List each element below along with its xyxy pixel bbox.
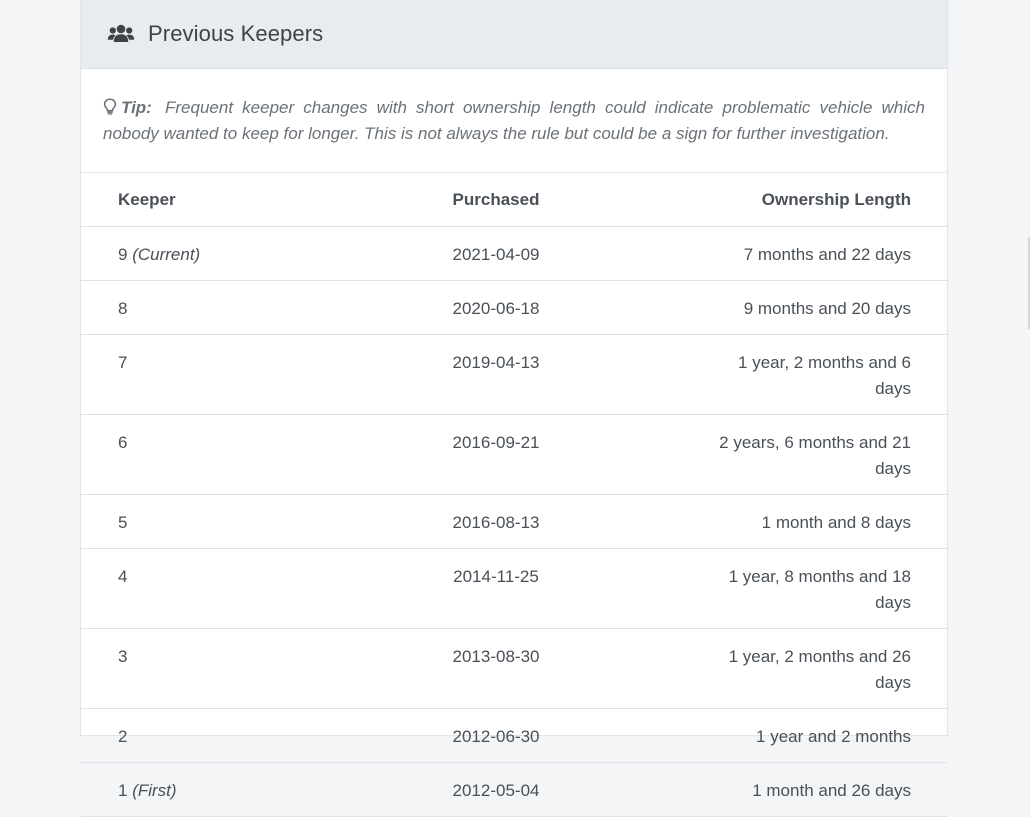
table-row: 1 (First) 2012-05-04 1 month and 26 days bbox=[81, 762, 947, 817]
ownership-length: 2 years, 6 months and 21 days bbox=[719, 433, 911, 478]
purchased-date: 2012-05-04 bbox=[452, 781, 540, 800]
ownership-length: 1 year, 2 months and 26 days bbox=[728, 647, 911, 692]
keeper-cell: 5 bbox=[81, 494, 396, 549]
users-icon bbox=[107, 23, 135, 45]
keeper-number: 8 bbox=[118, 299, 128, 318]
purchased-date: 2021-04-09 bbox=[452, 245, 540, 264]
tip-text: Frequent keeper changes with short owner… bbox=[103, 98, 925, 143]
ownership-length-cell: 1 year, 2 months and 6 days bbox=[596, 334, 947, 415]
purchased-cell: 2016-09-21 bbox=[396, 414, 596, 495]
card-header: Previous Keepers bbox=[81, 0, 947, 69]
tip-box: Tip: Frequent keeper changes with short … bbox=[81, 69, 947, 173]
table-row: 6 2016-09-21 2 years, 6 months and 21 da… bbox=[81, 414, 947, 495]
purchased-date: 2013-08-30 bbox=[452, 647, 540, 666]
keeper-number: 9 bbox=[118, 245, 128, 264]
ownership-length-cell: 7 months and 22 days bbox=[596, 226, 947, 281]
keeper-number: 2 bbox=[118, 727, 128, 746]
ownership-length-cell: 2 years, 6 months and 21 days bbox=[596, 414, 947, 495]
column-header-purchased: Purchased bbox=[396, 173, 596, 227]
ownership-length: 7 months and 22 days bbox=[743, 245, 911, 264]
purchased-cell: 2012-06-30 bbox=[396, 708, 596, 763]
keeper-cell: 1 (First) bbox=[81, 762, 396, 817]
keeper-number: 4 bbox=[118, 567, 128, 586]
keeper-number: 3 bbox=[118, 647, 128, 666]
keeper-cell: 6 bbox=[81, 414, 396, 495]
keeper-cell: 9 (Current) bbox=[81, 226, 396, 281]
purchased-cell: 2016-08-13 bbox=[396, 494, 596, 549]
keeper-note: (Current) bbox=[132, 245, 201, 264]
ownership-length-cell: 9 months and 20 days bbox=[596, 280, 947, 335]
table-header-row: Keeper Purchased Ownership Length bbox=[81, 173, 947, 227]
purchased-date: 2020-06-18 bbox=[452, 299, 540, 318]
column-header-keeper: Keeper bbox=[81, 173, 396, 227]
ownership-length-cell: 1 year, 2 months and 26 days bbox=[596, 628, 947, 709]
table-row: 4 2014-11-25 1 year, 8 months and 18 day… bbox=[81, 548, 947, 629]
ownership-length: 1 month and 8 days bbox=[761, 513, 911, 532]
ownership-length: 9 months and 20 days bbox=[743, 299, 911, 318]
table-row: 7 2019-04-13 1 year, 2 months and 6 days bbox=[81, 334, 947, 415]
purchased-date: 2016-08-13 bbox=[452, 513, 540, 532]
table-row: 3 2013-08-30 1 year, 2 months and 26 day… bbox=[81, 628, 947, 709]
column-header-ownership-length: Ownership Length bbox=[596, 173, 947, 227]
purchased-cell: 2012-05-04 bbox=[396, 762, 596, 817]
keeper-note: (First) bbox=[132, 781, 177, 800]
purchased-cell: 2021-04-09 bbox=[396, 226, 596, 281]
keepers-table: Keeper Purchased Ownership Length 9 (Cur… bbox=[81, 173, 947, 817]
ownership-length-cell: 1 month and 8 days bbox=[596, 494, 947, 549]
previous-keepers-card: Previous Keepers Tip: Frequent keeper ch… bbox=[80, 0, 948, 817]
ownership-length: 1 year, 8 months and 18 days bbox=[728, 567, 911, 612]
keeper-cell: 7 bbox=[81, 334, 396, 415]
ownership-length-cell: 1 month and 26 days bbox=[596, 762, 947, 817]
ownership-length: 1 year, 2 months and 6 days bbox=[738, 353, 911, 398]
card-title: Previous Keepers bbox=[148, 20, 324, 46]
table-row: 8 2020-06-18 9 months and 20 days bbox=[81, 280, 947, 335]
table-row: 9 (Current) 2021-04-09 7 months and 22 d… bbox=[81, 226, 947, 281]
keeper-cell: 2 bbox=[81, 708, 396, 763]
lightbulb-icon bbox=[103, 97, 117, 115]
purchased-date: 2016-09-21 bbox=[452, 433, 540, 452]
keeper-number: 5 bbox=[118, 513, 128, 532]
keeper-cell: 8 bbox=[81, 280, 396, 335]
keeper-cell: 4 bbox=[81, 548, 396, 629]
purchased-cell: 2020-06-18 bbox=[396, 280, 596, 335]
tip-label: Tip: bbox=[121, 98, 152, 117]
table-row: 2 2012-06-30 1 year and 2 months bbox=[81, 708, 947, 763]
purchased-date: 2012-06-30 bbox=[452, 727, 540, 746]
purchased-cell: 2014-11-25 bbox=[396, 548, 596, 629]
purchased-date: 2014-11-25 bbox=[453, 567, 539, 586]
keeper-number: 6 bbox=[118, 433, 128, 452]
keeper-cell: 3 bbox=[81, 628, 396, 709]
keeper-number: 1 bbox=[118, 781, 128, 800]
keeper-number: 7 bbox=[118, 353, 128, 372]
ownership-length-cell: 1 year and 2 months bbox=[596, 708, 947, 763]
purchased-cell: 2019-04-13 bbox=[396, 334, 596, 415]
ownership-length: 1 month and 26 days bbox=[752, 781, 911, 800]
ownership-length: 1 year and 2 months bbox=[756, 727, 911, 746]
table-row: 5 2016-08-13 1 month and 8 days bbox=[81, 494, 947, 549]
purchased-date: 2019-04-13 bbox=[452, 353, 540, 372]
ownership-length-cell: 1 year, 8 months and 18 days bbox=[596, 548, 947, 629]
purchased-cell: 2013-08-30 bbox=[396, 628, 596, 709]
